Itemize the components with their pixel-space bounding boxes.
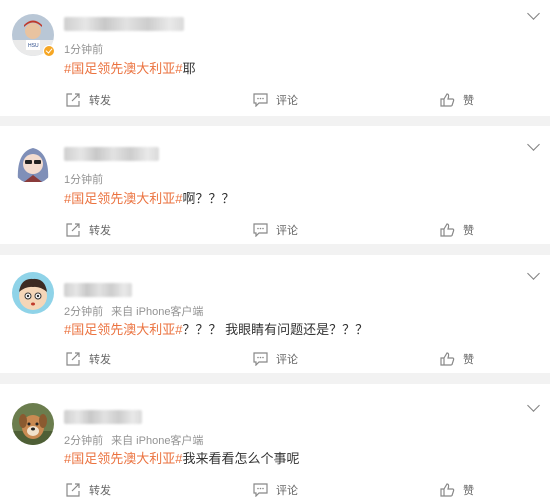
- comment-text: #国足领先澳大利亚#我来看看怎么个事呢: [64, 448, 299, 467]
- hashtag-link[interactable]: #国足领先澳大利亚#: [64, 191, 182, 206]
- like-label: 赞: [463, 485, 474, 497]
- comment-time[interactable]: 2分钟前: [64, 306, 103, 318]
- avatar[interactable]: [12, 403, 54, 445]
- comment-text: #国足领先澳大利亚#啊？？？: [64, 188, 234, 207]
- avatar[interactable]: [12, 142, 54, 184]
- like-button[interactable]: 赞: [440, 482, 474, 498]
- like-button[interactable]: 赞: [440, 222, 474, 238]
- hashtag-link[interactable]: #国足领先澳大利亚#: [64, 322, 182, 337]
- chevron-down-icon[interactable]: [527, 7, 540, 20]
- username-blurred[interactable]: [64, 147, 159, 161]
- comment-text: #国足领先澳大利亚#耶: [64, 58, 195, 77]
- repost-button[interactable]: 转发: [66, 222, 111, 238]
- comment-icon: [253, 483, 268, 497]
- repost-label: 转发: [89, 225, 111, 237]
- comment-meta: 1分钟前: [64, 41, 111, 57]
- comment-source[interactable]: 来自 iPhone客户端: [111, 306, 203, 318]
- comment-card-3: 2分钟前 来自 iPhone客户端 #国足领先澳大利亚#？？？ 我眼睛有问题还是？…: [0, 255, 550, 373]
- like-button[interactable]: 赞: [440, 92, 474, 108]
- anime-girl-avatar-icon: [12, 142, 54, 184]
- thumbs-up-icon: [440, 93, 455, 107]
- thumbs-up-icon: [440, 483, 455, 497]
- comment-icon: [253, 352, 268, 366]
- like-button[interactable]: 赞: [440, 351, 474, 367]
- username-blurred[interactable]: [64, 410, 142, 424]
- comment-label: 评论: [276, 354, 298, 366]
- username-blurred[interactable]: [64, 283, 132, 297]
- comment-body: 啊？？？: [182, 191, 235, 206]
- repost-button[interactable]: 转发: [66, 351, 111, 367]
- hashtag-link[interactable]: #国足领先澳大利亚#: [64, 451, 182, 466]
- dog-avatar-icon: [12, 403, 54, 445]
- comment-icon: [253, 223, 268, 237]
- comment-button[interactable]: 评论: [253, 92, 298, 108]
- comment-card-1: HSU 1分钟前 #国足领先澳大利亚#耶 转发 评论 赞: [0, 0, 550, 116]
- comment-button[interactable]: 评论: [253, 351, 298, 367]
- comment-card-4: 2分钟前 来自 iPhone客户端 #国足领先澳大利亚#我来看看怎么个事呢 转发 …: [0, 384, 550, 503]
- repost-icon: [66, 223, 80, 237]
- repost-label: 转发: [89, 354, 111, 366]
- comment-label: 评论: [276, 225, 298, 237]
- svg-text:HSU: HSU: [28, 43, 39, 49]
- comment-button[interactable]: 评论: [253, 482, 298, 498]
- repost-icon: [66, 483, 80, 497]
- username-blurred[interactable]: [64, 17, 184, 31]
- comment-body: ？？？ 我眼睛有问题还是？？？: [182, 322, 369, 337]
- comment-time[interactable]: 1分钟前: [64, 174, 103, 186]
- chevron-down-icon[interactable]: [527, 138, 540, 151]
- repost-button[interactable]: 转发: [66, 92, 111, 108]
- repost-label: 转发: [89, 485, 111, 497]
- comment-meta: 2分钟前 来自 iPhone客户端: [64, 303, 211, 319]
- comment-time[interactable]: 2分钟前: [64, 435, 103, 447]
- comment-meta: 1分钟前: [64, 171, 111, 187]
- chevron-down-icon[interactable]: [527, 267, 540, 280]
- like-label: 赞: [463, 354, 474, 366]
- comment-card-2: 1分钟前 #国足领先澳大利亚#啊？？？ 转发 评论 赞: [0, 126, 550, 244]
- thumbs-up-icon: [440, 223, 455, 237]
- repost-icon: [66, 93, 80, 107]
- repost-icon: [66, 352, 80, 366]
- comment-source[interactable]: 来自 iPhone客户端: [111, 435, 203, 447]
- repost-button[interactable]: 转发: [66, 482, 111, 498]
- comment-label: 评论: [276, 485, 298, 497]
- hashtag-link[interactable]: #国足领先澳大利亚#: [64, 61, 182, 76]
- like-label: 赞: [463, 225, 474, 237]
- comment-time[interactable]: 1分钟前: [64, 44, 103, 56]
- comment-text: #国足领先澳大利亚#？？？ 我眼睛有问题还是？？？: [64, 319, 368, 338]
- comment-label: 评论: [276, 95, 298, 107]
- thumbs-up-icon: [440, 352, 455, 366]
- comment-meta: 2分钟前 来自 iPhone客户端: [64, 432, 211, 448]
- verified-badge-icon: [43, 45, 55, 57]
- cartoon-boy-avatar-icon: [12, 272, 54, 314]
- comment-body: 耶: [182, 61, 196, 76]
- comment-body: 我来看看怎么个事呢: [182, 451, 300, 466]
- repost-label: 转发: [89, 95, 111, 107]
- comment-icon: [253, 93, 268, 107]
- like-label: 赞: [463, 95, 474, 107]
- avatar[interactable]: [12, 272, 54, 314]
- chevron-down-icon[interactable]: [527, 399, 540, 412]
- comment-button[interactable]: 评论: [253, 222, 298, 238]
